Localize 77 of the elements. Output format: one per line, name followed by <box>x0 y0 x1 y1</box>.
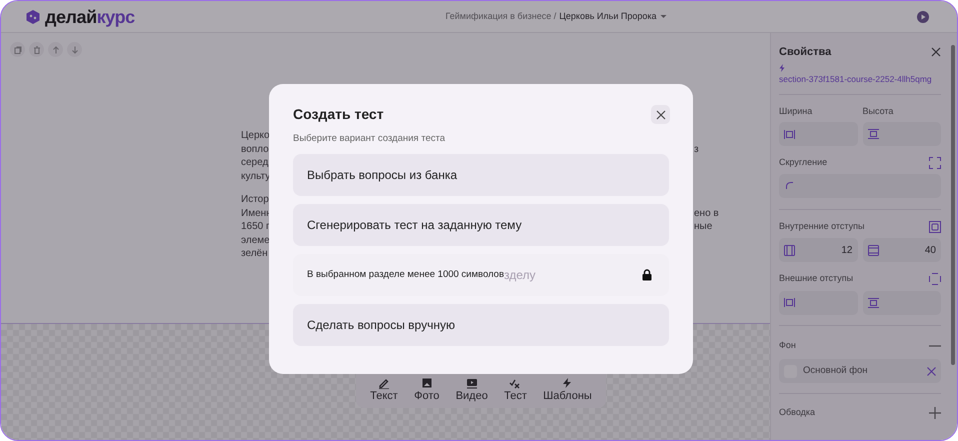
paragraph-line: элеме <box>241 234 270 247</box>
paragraph-line: ено в <box>694 206 720 220</box>
create-option[interactable]: Сгенерировать тест на заданную тему <box>293 204 669 246</box>
dialog-title: Создать тест <box>293 105 384 124</box>
pencil-icon <box>378 377 390 389</box>
play-icon[interactable] <box>917 10 929 22</box>
move-up-button[interactable] <box>48 42 63 57</box>
trash-icon <box>32 46 40 54</box>
close-button[interactable] <box>651 105 670 124</box>
corners-icon[interactable] <box>929 157 941 169</box>
panel-title: Свойства <box>779 44 832 60</box>
copy-icon <box>14 46 22 54</box>
add-icon[interactable] <box>929 407 941 419</box>
option-label: зделу <box>504 267 536 284</box>
insert-text-button[interactable]: Текст <box>368 377 400 402</box>
side-padding-icon <box>784 244 795 256</box>
margin-icon[interactable] <box>929 273 941 285</box>
logo-icon <box>25 8 41 24</box>
height-icon <box>868 129 878 140</box>
breadcrumb-current[interactable]: Церковь Ильи Пророка <box>559 10 656 24</box>
insert-photo-button[interactable]: Фото <box>412 377 442 402</box>
create-option[interactable]: Сделать вопросы вручную <box>293 304 669 346</box>
vertical-padding-icon <box>868 244 878 256</box>
padding-vertical-field[interactable]: 40 <box>862 238 941 262</box>
close-icon <box>656 110 666 120</box>
padding-icon[interactable] <box>929 220 941 232</box>
create-option[interactable]: Выбрать вопросы из банка <box>293 154 669 196</box>
paragraph-line: культу <box>241 170 270 183</box>
arrow-up-icon <box>52 46 60 54</box>
element-id: section-373f1581-course-2252-4llh5qmg <box>779 73 933 86</box>
margin-horizontal-field[interactable] <box>779 290 858 315</box>
field-label: Скругление <box>779 156 828 170</box>
paragraph-line: вопло <box>241 142 269 156</box>
margin-vertical-field[interactable] <box>862 290 941 315</box>
paragraph-line: серед <box>241 156 268 170</box>
width-icon <box>784 130 795 139</box>
paragraph-line: 1650 г <box>241 220 270 234</box>
clear-icon[interactable] <box>927 366 936 376</box>
radius-icon <box>786 182 793 190</box>
test-icon <box>509 377 522 389</box>
paragraph-line: зелён <box>241 247 268 260</box>
padding-horizontal-field[interactable]: 12 <box>779 238 858 262</box>
field-label: Внутренние отступы <box>779 220 864 233</box>
scrollbar-thumb[interactable] <box>951 45 955 365</box>
radius-field[interactable] <box>779 174 941 198</box>
field-label: Высота <box>862 104 894 118</box>
dialog-subtitle: Выберите вариант создания теста <box>293 132 446 146</box>
breadcrumb-parent[interactable]: Геймификация в бизнесе / <box>446 10 556 24</box>
tooltip-text: В выбранном разделе менее 1000 символов <box>307 268 504 280</box>
logo-text: делайкурс <box>45 8 135 26</box>
height-icon <box>868 298 878 308</box>
background-field[interactable]: Основной фон <box>779 359 941 384</box>
section-label: Фон <box>779 338 796 352</box>
lightning-icon <box>779 64 785 72</box>
paragraph-line: Истор <box>241 193 269 206</box>
lightning-icon <box>561 377 574 389</box>
width-field[interactable] <box>779 122 858 146</box>
arrow-down-icon <box>70 46 78 54</box>
paragraph-line: з <box>694 142 700 156</box>
height-field[interactable] <box>862 122 941 146</box>
insert-video-button[interactable]: Видео <box>454 377 490 402</box>
move-down-button[interactable] <box>67 42 82 57</box>
insert-templates-button[interactable]: Шаблоны <box>541 377 594 402</box>
delete-button[interactable] <box>29 42 44 57</box>
caret-icon[interactable] <box>660 14 666 19</box>
width-icon <box>784 298 795 308</box>
paragraph-line: Церко <box>241 129 270 142</box>
field-label: Ширина <box>779 104 814 118</box>
insert-test-button[interactable]: Тест <box>502 377 529 402</box>
video-icon <box>466 377 478 389</box>
lock-icon <box>642 269 652 282</box>
image-icon <box>420 377 433 389</box>
paragraph-line: ные <box>694 220 714 234</box>
duplicate-button[interactable] <box>10 42 25 57</box>
section-label: Обводка <box>779 406 816 420</box>
close-icon[interactable] <box>931 47 941 57</box>
field-label: Внешние отступы <box>779 272 854 286</box>
